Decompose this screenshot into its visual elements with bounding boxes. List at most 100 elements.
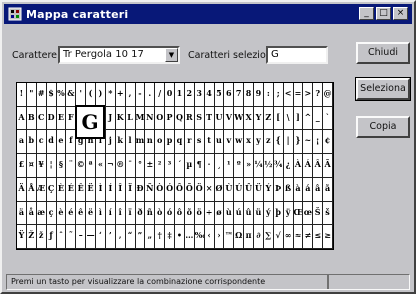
character-cell[interactable]: k [115, 130, 126, 155]
character-cell[interactable]: R [184, 106, 195, 131]
character-cell[interactable]: ' [76, 83, 87, 107]
character-cell[interactable]: V [224, 106, 235, 131]
character-cell[interactable]: º [234, 154, 245, 178]
character-cell[interactable]: ∂ [254, 225, 264, 249]
character-cell[interactable]: ½ [263, 154, 274, 178]
character-cell[interactable]: Þ [273, 177, 284, 202]
character-cell[interactable]: 8 [244, 83, 254, 107]
character-cell[interactable]: ¤ [26, 154, 37, 178]
character-cell[interactable]: ì [96, 201, 106, 226]
character-cell[interactable]: l [125, 130, 136, 155]
character-cell[interactable]: Ò [155, 177, 166, 202]
character-cell[interactable]: « [96, 154, 106, 178]
character-cell[interactable]: × [204, 177, 215, 202]
character-cell[interactable]: u [214, 130, 225, 155]
character-cell[interactable]: ¢ [323, 130, 333, 155]
character-cell[interactable]: Õ [184, 177, 195, 202]
character-grid[interactable]: !"#$%&'()*+,-./0123456789:;<=>?@ABCDEFGH… [16, 82, 334, 250]
character-cell[interactable]: ‚ [115, 225, 126, 249]
character-cell[interactable]: < [283, 83, 294, 107]
character-cell[interactable]: O [155, 106, 166, 131]
character-cell[interactable]: v [224, 130, 235, 155]
character-cell[interactable]: þ [273, 201, 284, 226]
character-cell[interactable]: ß [283, 177, 294, 202]
character-cell[interactable]: a [17, 130, 27, 155]
character-cell[interactable]: ä [17, 201, 27, 226]
character-cell[interactable]: ’ [105, 225, 116, 249]
character-cell[interactable]: 9 [254, 83, 264, 107]
character-cell[interactable]: “ [125, 225, 136, 249]
character-cell[interactable]: Æ [36, 177, 47, 202]
character-cell[interactable]: š [323, 201, 333, 226]
character-cell[interactable]: ´ [175, 154, 185, 178]
character-cell[interactable]: z [263, 130, 274, 155]
character-cell[interactable]: Ê [76, 177, 87, 202]
character-cell[interactable]: È [56, 177, 67, 202]
character-cell[interactable]: î [115, 201, 126, 226]
character-cell[interactable]: y [254, 130, 264, 155]
character-cell[interactable]: œ [303, 201, 314, 226]
character-cell[interactable]: á [303, 177, 314, 202]
character-cell[interactable]: = [293, 83, 304, 107]
character-cell[interactable]: Y [254, 106, 264, 131]
character-cell[interactable]: 7 [234, 83, 245, 107]
character-cell[interactable]: ê [76, 201, 87, 226]
character-cell[interactable]: M [135, 106, 146, 131]
character-cell[interactable]: ^ [303, 106, 314, 131]
character-cell[interactable]: ¯ [125, 154, 136, 178]
character-cell[interactable]: „ [145, 225, 156, 249]
character-cell[interactable]: Í [105, 177, 116, 202]
character-cell[interactable]: Â [313, 154, 324, 178]
character-cell[interactable]: X [244, 106, 254, 131]
character-cell[interactable]: Ú [234, 177, 245, 202]
character-cell[interactable]: ¿ [283, 154, 294, 178]
character-cell[interactable]: ≈ [293, 225, 304, 249]
close-button[interactable]: Chiudi [356, 42, 410, 64]
character-cell[interactable]: p [165, 130, 175, 155]
character-cell[interactable]: / [155, 83, 166, 107]
character-cell[interactable]: É [66, 177, 77, 202]
character-cell[interactable]: å [26, 201, 37, 226]
character-cell[interactable]: ÿ [283, 201, 294, 226]
character-cell[interactable]: Ë [86, 177, 96, 202]
character-cell[interactable]: Ü [254, 177, 264, 202]
character-cell[interactable]: { [273, 130, 284, 155]
character-cell[interactable]: ¸ [214, 154, 225, 178]
character-cell[interactable]: ° [135, 154, 146, 178]
character-cell[interactable]: J [105, 106, 116, 131]
character-cell[interactable]: S [194, 106, 205, 131]
character-cell[interactable]: ª [86, 154, 96, 178]
character-cell[interactable]: e [56, 130, 67, 155]
character-cell[interactable]: â [313, 177, 324, 202]
chevron-down-icon[interactable]: ▼ [165, 48, 178, 62]
character-cell[interactable]: ø [214, 201, 225, 226]
character-cell[interactable]: µ [184, 154, 195, 178]
character-cell[interactable]: † [155, 225, 166, 249]
character-cell[interactable]: £ [17, 154, 27, 178]
character-cell[interactable]: Ø [214, 177, 225, 202]
character-cell[interactable]: ™ [224, 225, 235, 249]
character-cell[interactable]: ý [263, 201, 274, 226]
character-cell[interactable]: 5 [214, 83, 225, 107]
character-cell[interactable]: √ [273, 225, 284, 249]
character-cell[interactable]: ‰ [194, 225, 205, 249]
character-cell[interactable]: ( [86, 83, 96, 107]
font-dropdown[interactable]: Tr Pergola 10 17 ▼ [58, 46, 180, 64]
character-cell[interactable]: ² [155, 154, 166, 178]
character-cell[interactable]: ï [125, 201, 136, 226]
character-cell[interactable]: » [244, 154, 254, 178]
character-cell[interactable]: ç [46, 201, 57, 226]
character-cell[interactable]: Å [26, 177, 37, 202]
character-cell[interactable]: í [105, 201, 116, 226]
character-cell[interactable]: [ [273, 106, 284, 131]
character-cell[interactable]: x [244, 130, 254, 155]
character-cell[interactable]: ˆ [56, 225, 67, 249]
character-cell[interactable]: W [234, 106, 245, 131]
character-cell[interactable]: ð [135, 201, 146, 226]
character-cell[interactable]: ] [293, 106, 304, 131]
character-cell[interactable]: À [293, 154, 304, 178]
character-cell[interactable]: | [283, 130, 294, 155]
character-cell[interactable]: b [26, 130, 37, 155]
character-cell[interactable]: . [145, 83, 156, 107]
character-cell[interactable]: K [115, 106, 126, 131]
